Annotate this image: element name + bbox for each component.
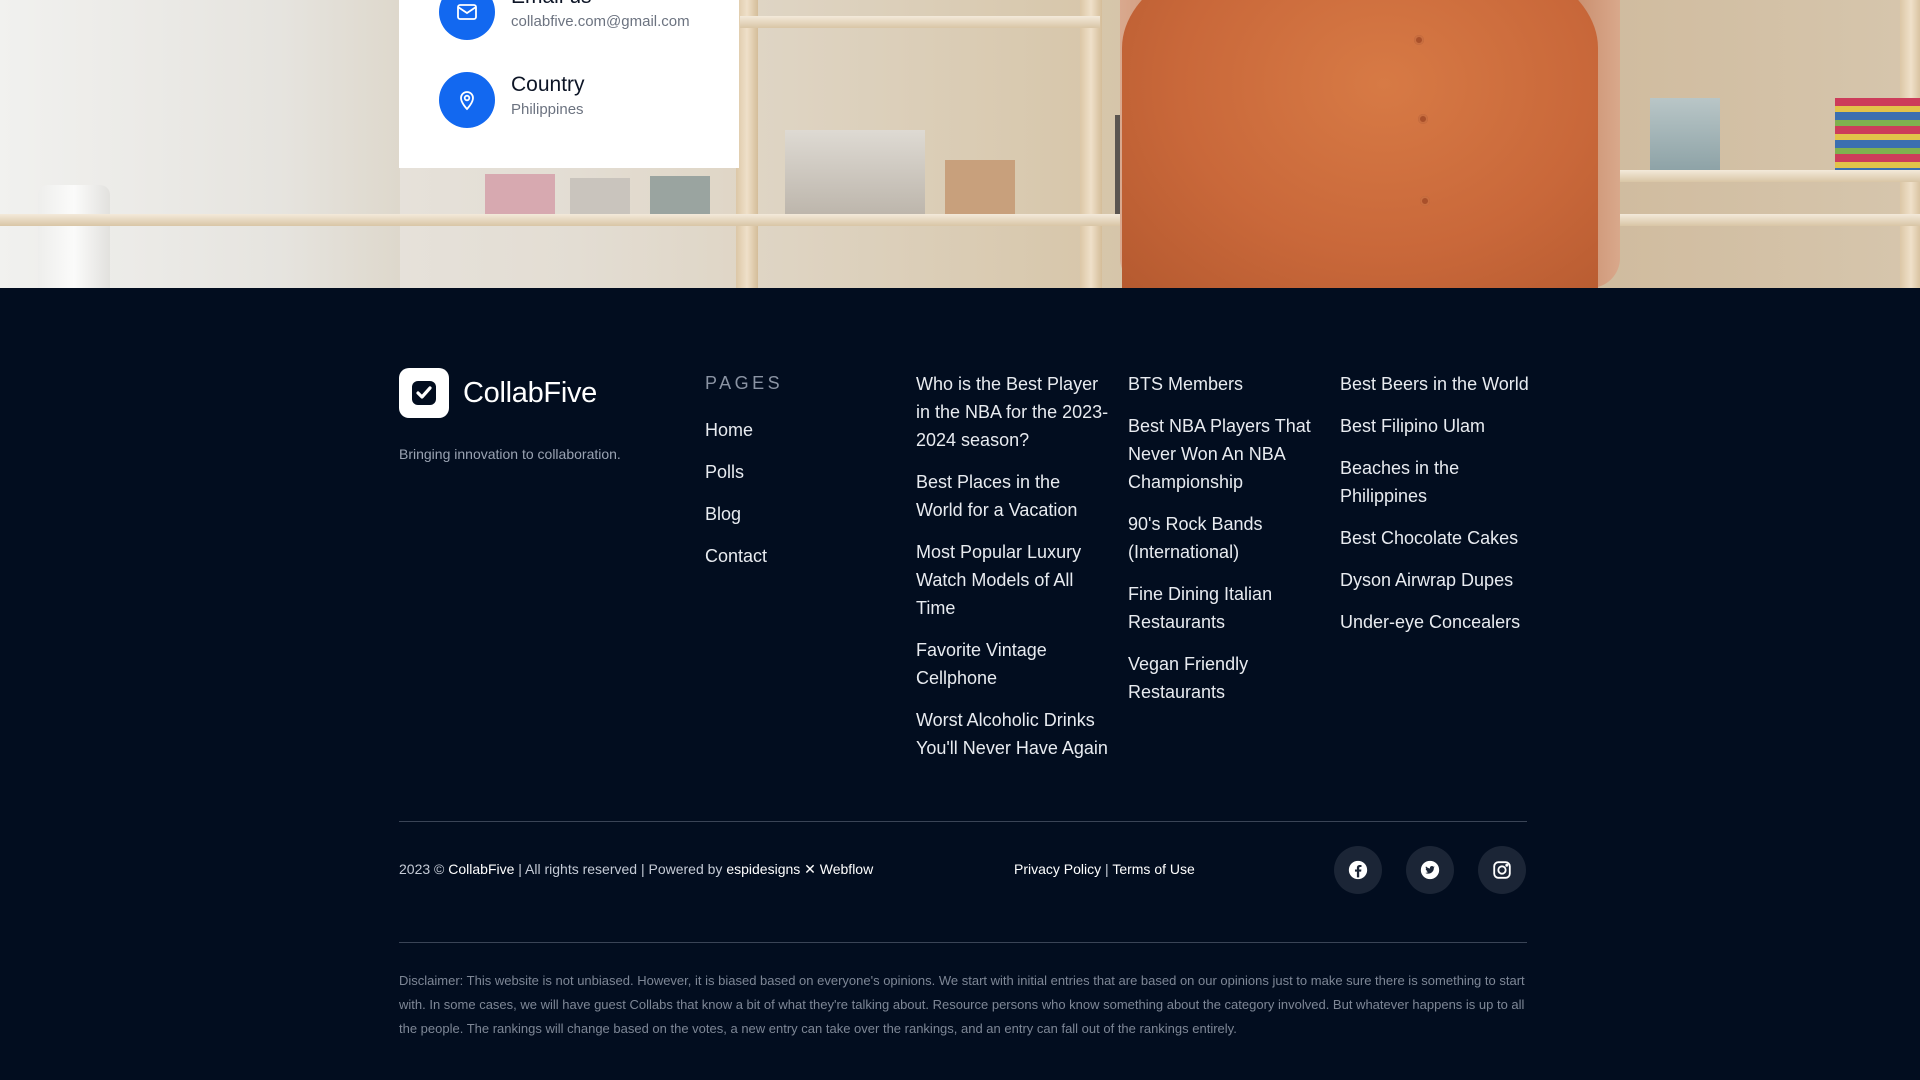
footer-link-polls[interactable]: Polls [705, 458, 875, 486]
shelf-upright [1080, 0, 1102, 288]
brand-name: CollabFive [463, 376, 597, 409]
footer-poll-link[interactable]: Vegan Friendly Restaurants [1128, 650, 1323, 706]
books [570, 178, 630, 214]
country-title: Country [511, 73, 585, 96]
email-title: Email us [511, 0, 690, 10]
mail-icon [439, 0, 495, 40]
footer-brand[interactable]: CollabFive [399, 368, 597, 418]
footer-poll-link[interactable]: Best Filipino Ulam [1340, 412, 1535, 440]
instagram-button[interactable] [1478, 846, 1526, 894]
footer-polls-column-1: Who is the Best Player in the NBA for th… [916, 370, 1111, 776]
copyright-prefix: 2023 © [399, 861, 445, 877]
footer-link-blog[interactable]: Blog [705, 500, 875, 528]
footer-poll-link[interactable]: BTS Members [1128, 370, 1323, 398]
footer-poll-link[interactable]: Fine Dining Italian Restaurants [1128, 580, 1323, 636]
books [1650, 98, 1720, 170]
footer-poll-link[interactable]: Best NBA Players That Never Won An NBA C… [1128, 412, 1323, 496]
logo-icon [399, 368, 449, 418]
contact-country: Country Philippines [439, 72, 585, 128]
pages-heading: PAGES [705, 373, 784, 393]
footer-poll-link[interactable]: Best Beers in the World [1340, 370, 1535, 398]
brand-tagline: Bringing innovation to collaboration. [399, 446, 621, 462]
shirt-button [1418, 114, 1428, 124]
legal-links: Privacy Policy | Terms of Use [1014, 861, 1195, 877]
footer-poll-link[interactable]: Favorite Vintage Cellphone [916, 636, 1111, 692]
footer-divider [399, 821, 1527, 822]
disclaimer-text: Disclaimer: This website is not unbiased… [399, 973, 1525, 1036]
shelf-board [0, 214, 1920, 226]
footer-poll-link[interactable]: Best Places in the World for a Vacation [916, 468, 1111, 524]
copyright-brand-link[interactable]: CollabFive [448, 861, 514, 877]
footer-poll-link[interactable]: Most Popular Luxury Watch Models of All … [916, 538, 1111, 622]
facebook-icon [1348, 860, 1368, 880]
footer-link-contact[interactable]: Contact [705, 542, 875, 570]
location-pin-icon [439, 72, 495, 128]
contact-card: Email us collabfive.com@gmail.com Countr… [399, 0, 739, 168]
legal-separator: | [1105, 861, 1109, 877]
footer-poll-link[interactable]: Who is the Best Player in the NBA for th… [916, 370, 1111, 454]
footer-poll-link[interactable]: Worst Alcoholic Drinks You'll Never Have… [916, 706, 1111, 762]
facebook-button[interactable] [1334, 846, 1382, 894]
footer-divider [399, 942, 1527, 943]
footer-polls-column-2: BTS Members Best NBA Players That Never … [1128, 370, 1323, 720]
privacy-policy-link[interactable]: Privacy Policy [1014, 861, 1101, 877]
shelf-board [740, 16, 1100, 28]
footer-poll-link[interactable]: Best Chocolate Cakes [1340, 524, 1535, 552]
email-value[interactable]: collabfive.com@gmail.com [511, 13, 690, 30]
person-shirt [1122, 0, 1598, 288]
contact-email[interactable]: Email us collabfive.com@gmail.com [439, 0, 690, 40]
footer-poll-link[interactable]: Beaches in the Philippines [1340, 454, 1535, 510]
shirt-button [1420, 196, 1430, 206]
rights-text: | All rights reserved | Powered by [518, 861, 723, 877]
footer-poll-link[interactable]: Dyson Airwrap Dupes [1340, 566, 1535, 594]
footer-poll-link[interactable]: Under-eye Concealers [1340, 608, 1535, 636]
shelf-upright [736, 0, 758, 288]
books [1835, 98, 1920, 170]
country-value: Philippines [511, 101, 584, 118]
books [650, 176, 710, 214]
footer-poll-link[interactable]: 90's Rock Bands (International) [1128, 510, 1323, 566]
copyright-line: 2023 © CollabFive | All rights reserved … [399, 861, 873, 878]
books [485, 174, 555, 214]
footer-pages-column: PAGES Home Polls Blog Contact [705, 370, 875, 584]
hero-photo: Email us collabfive.com@gmail.com Countr… [0, 0, 1920, 288]
twitter-button[interactable] [1406, 846, 1454, 894]
instagram-icon [1493, 861, 1511, 879]
twitter-icon [1420, 860, 1440, 880]
books [945, 160, 1015, 214]
powered-by-link[interactable]: espidesigns ✕ Webflow [726, 861, 873, 877]
vase-decoration [38, 185, 110, 288]
shirt-button [1414, 35, 1424, 45]
books [785, 130, 925, 214]
shelf-board [1600, 170, 1920, 182]
terms-of-use-link[interactable]: Terms of Use [1112, 861, 1194, 877]
footer-link-home[interactable]: Home [705, 416, 875, 444]
footer-polls-column-3: Best Beers in the World Best Filipino Ul… [1340, 370, 1535, 650]
